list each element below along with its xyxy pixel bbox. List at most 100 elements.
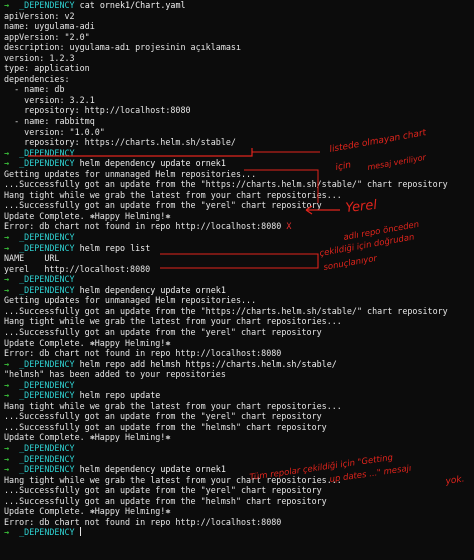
text-cursor[interactable] [79,527,81,537]
output-text: Update Complete. ⎈Happy Helming!⎈ [4,506,171,517]
prompt-arrow-icon: → [4,232,10,243]
prompt-arrow-icon: → [4,442,10,453]
output-line: Error: db chart not found in repo http:/… [4,221,474,232]
output-text: ...Successfully got an update from the "… [4,326,322,337]
output-text: version: 1.2.3 [4,52,75,63]
output-line: ...Successfully got an update from the "… [4,422,474,433]
prompt-arrow-icon: → [4,464,10,475]
output-line: ...Successfully got an update from the "… [4,411,474,422]
output-text: - name: rabbitmq [4,116,95,127]
prompt-directory: _DEPENDENCY [19,379,75,390]
output-text: - name: db [4,84,65,95]
output-line: ...Successfully got an update from the "… [4,485,474,496]
prompt-arrow-icon: → [4,158,10,169]
output-text: Hang tight while we grab the latest from… [4,474,342,485]
output-line: type: application [4,63,474,74]
command-text: helm repo list [79,242,151,253]
prompt-directory: _DEPENDENCY [19,358,75,369]
prompt-directory: _DEPENDENCY [19,464,75,475]
output-text: apiVersion: v2 [4,10,75,21]
output-line: ...Successfully got an update from the "… [4,200,474,211]
prompt-arrow-icon: → [4,242,10,253]
prompt-arrow-icon: → [4,379,10,390]
output-line: - name: rabbitmq [4,116,474,127]
output-line: description: uygulama-adı projesinin açı… [4,42,474,53]
output-text: type: application [4,63,90,74]
output-line: Hang tight while we grab the latest from… [4,190,474,201]
output-line: Update Complete. ⎈Happy Helming!⎈ [4,338,474,349]
output-text: NAME URL [4,253,60,264]
output-text: Getting updates for unmanaged Helm repos… [4,295,257,306]
output-line: repository: http://localhost:8080 [4,105,474,116]
output-text: Getting updates for unmanaged Helm repos… [4,168,257,179]
prompt-directory: _DEPENDENCY [19,147,75,158]
command-text: helm dependency update ornek1 [79,464,226,475]
output-line: repository: https://charts.helm.sh/stabl… [4,137,474,148]
output-line: Error: db chart not found in repo http:/… [4,348,474,359]
prompt-arrow-icon: → [4,358,10,369]
output-text: dependencies: [4,73,70,84]
prompt-line: → _DEPENDENCY helm dependency update orn… [4,158,474,169]
command-text: helm dependency update ornek1 [79,158,226,169]
output-text: name: uygulama-adi [4,21,95,32]
prompt-arrow-icon: → [4,284,10,295]
command-text: cat ornek1/Chart.yaml [79,0,186,10]
output-text: Hang tight while we grab the latest from… [4,316,342,327]
output-text: ...Successfully got an update from the "… [4,305,448,316]
output-text: ...Successfully got an update from the "… [4,495,327,506]
output-line: "helmsh" has been added to your reposito… [4,369,474,380]
output-line: Hang tight while we grab the latest from… [4,475,474,486]
output-text: ...Successfully got an update from the "… [4,485,322,496]
prompt-arrow-icon: → [4,274,10,285]
command-text: helm repo update [79,390,161,401]
prompt-arrow-icon: → [4,527,10,538]
output-line: Update Complete. ⎈Happy Helming!⎈ [4,506,474,517]
output-line: Hang tight while we grab the latest from… [4,401,474,412]
output-line: ...Successfully got an update from the "… [4,496,474,507]
output-line: Hang tight while we grab the latest from… [4,316,474,327]
output-text: Error: db chart not found in repo http:/… [4,348,282,359]
output-text: repository: https://charts.helm.sh/stabl… [4,137,236,148]
output-line: version: 1.2.3 [4,53,474,64]
output-line: Update Complete. ⎈Happy Helming!⎈ [4,211,474,222]
output-line: ...Successfully got an update from the "… [4,179,474,190]
terminal-window[interactable]: → _DEPENDENCY cat ornek1/Chart.yaml apiVe… [0,0,474,560]
output-line: Update Complete. ⎈Happy Helming!⎈ [4,432,474,443]
command-text: helm repo add helmsh https://charts.helm… [79,358,337,369]
prompt-line: → _DEPENDENCY helm repo add helmsh https… [4,359,474,370]
output-line: name: uygulama-adi [4,21,474,32]
prompt-arrow-icon: → [4,453,10,464]
prompt-line: → _DEPENDENCY helm repo update [4,390,474,401]
output-line: ...Successfully got an update from the "… [4,327,474,338]
output-text: Hang tight while we grab the latest from… [4,400,342,411]
output-text: yerel http://localhost:8080 [4,263,151,274]
prompt-line: → _DEPENDENCY helm dependency update orn… [4,464,474,475]
prompt-directory: _DEPENDENCY [19,390,75,401]
prompt-directory: _DEPENDENCY [19,232,75,243]
output-line: version: 3.2.1 [4,95,474,106]
output-line: Error: db chart not found in repo http:/… [4,517,474,528]
output-text: ...Successfully got an update from the "… [4,200,322,211]
output-text: "helmsh" has been added to your reposito… [4,369,226,380]
prompt-arrow-icon: → [4,0,10,10]
output-line: appVersion: "2.0" [4,32,474,43]
error-mark-icon: X [286,221,292,232]
prompt-directory: _DEPENDENCY [19,0,75,10]
prompt-directory: _DEPENDENCY [19,274,75,285]
prompt-line: → _DEPENDENCY [4,454,474,465]
output-text: Update Complete. ⎈Happy Helming!⎈ [4,210,171,221]
output-line: Getting updates for unmanaged Helm repos… [4,295,474,306]
prompt-line: → _DEPENDENCY [4,527,474,538]
output-line: apiVersion: v2 [4,11,474,22]
output-line: dependencies: [4,74,474,85]
prompt-line: → _DEPENDENCY cat ornek1/Chart.yaml [4,0,474,11]
output-text: Error: db chart not found in repo http:/… [4,516,282,527]
prompt-line: → _DEPENDENCY helm repo list [4,243,474,254]
output-line: version: "1.0.0" [4,127,474,138]
prompt-arrow-icon: → [4,390,10,401]
output-text: appVersion: "2.0" [4,31,90,42]
output-line: - name: db [4,84,474,95]
output-text: Error: db chart not found in repo http:/… [4,221,282,232]
output-text: repository: http://localhost:8080 [4,105,191,116]
output-text: Update Complete. ⎈Happy Helming!⎈ [4,432,171,443]
